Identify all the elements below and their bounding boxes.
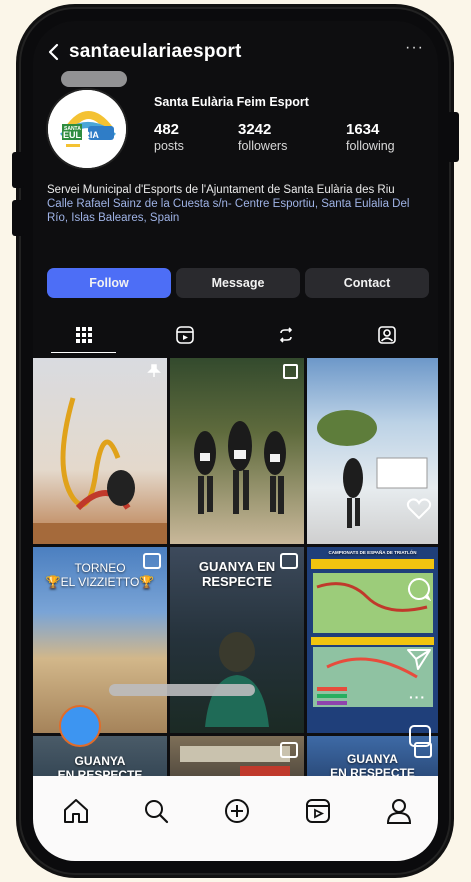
post-thumbnail[interactable]: CAMPIONATS DE ESPAÑA DE TRIATLÓN [307, 547, 438, 733]
home-icon[interactable] [61, 796, 91, 826]
tagged-person-icon [377, 326, 396, 344]
santa-eularia-logo-icon: SANTA EUL RIA [48, 90, 126, 168]
svg-text:EUL RIA: EUL RIA [63, 130, 99, 140]
reel-badge-icon [143, 553, 161, 569]
reels-nav-icon[interactable] [303, 796, 333, 826]
tab-grid[interactable] [33, 317, 134, 353]
tab-reposts[interactable] [235, 317, 336, 353]
reel-badge-icon [280, 742, 298, 758]
stat-posts[interactable]: 482 posts [154, 121, 184, 153]
stat-followers-number: 3242 [238, 121, 272, 138]
stat-followers[interactable]: 3242 followers [238, 121, 287, 153]
save-frame-icon[interactable] [409, 725, 431, 747]
comment-icon[interactable] [407, 577, 431, 601]
message-button[interactable]: Message [176, 268, 300, 298]
follow-button[interactable]: Follow [47, 268, 171, 298]
stat-following-number: 1634 [346, 121, 380, 138]
reel-badge-icon [280, 553, 298, 569]
share-send-icon[interactable] [406, 647, 432, 671]
more-options-icon[interactable]: ··· [405, 39, 424, 57]
more-dots-icon[interactable]: ··· [409, 689, 426, 705]
app-screen: santaeulariaesport ··· SANTA EUL RIA San… [33, 21, 438, 861]
heart-icon[interactable] [406, 497, 432, 521]
account-display-name: Santa Eulària Feim Esport [154, 95, 309, 109]
media-progress-handle[interactable] [59, 705, 101, 747]
overlay-pill-top [61, 71, 127, 87]
profile-avatar[interactable]: SANTA EUL RIA [46, 88, 128, 170]
profile-icon[interactable] [384, 796, 414, 826]
post-caption: CAMPIONATS DE ESPAÑA DE TRIATLÓN [328, 550, 417, 555]
stat-following-label: following [346, 139, 395, 153]
phone-side-button-right [447, 112, 459, 162]
stat-following[interactable]: 1634 following [346, 121, 395, 153]
bio-description: Servei Municipal d'Esports de l'Ajuntame… [47, 184, 395, 196]
create-post-icon[interactable] [222, 796, 252, 826]
tab-reels[interactable] [134, 317, 235, 353]
profile-tabs [33, 317, 438, 353]
athlete-back-image [205, 632, 269, 727]
tab-tagged[interactable] [336, 317, 437, 353]
top-bar: santaeulariaesport ··· [33, 35, 438, 69]
profile-bio: Servei Municipal d'Esports de l'Ajuntame… [47, 183, 427, 225]
post-thumbnail[interactable]: GUANYA EN RESPECTE [170, 547, 304, 733]
stat-posts-number: 482 [154, 121, 180, 138]
phone-side-button-left-1 [12, 152, 24, 188]
repost-icon [279, 327, 292, 343]
search-icon[interactable] [141, 796, 171, 826]
multiple-photos-icon [283, 364, 298, 379]
stat-followers-label: followers [238, 139, 288, 153]
reels-icon [175, 326, 194, 344]
media-progress-track[interactable] [109, 684, 255, 696]
contact-button[interactable]: Contact [305, 268, 429, 298]
bottom-navigation [33, 776, 438, 861]
gymnast-ribbon-image [33, 397, 167, 544]
runners-race-image [194, 421, 286, 514]
stat-posts-label: posts [154, 139, 184, 153]
pin-icon [147, 364, 161, 377]
bio-address-link[interactable]: Calle Rafael Sainz de la Cuesta s/n- Cen… [47, 197, 427, 225]
profile-username: santaeulariaesport [69, 41, 242, 62]
triathlon-map-image [311, 559, 434, 707]
back-chevron-icon[interactable] [45, 43, 63, 61]
profile-actions: Follow Message Contact [47, 268, 429, 298]
phone-side-button-left-2 [12, 200, 24, 236]
post-thumbnail[interactable] [170, 358, 304, 544]
grid-icon [75, 327, 92, 343]
post-thumbnail[interactable]: TORNEO 🏆EL VIZZIETTO🏆 [33, 547, 167, 733]
post-thumbnail[interactable] [33, 358, 167, 544]
